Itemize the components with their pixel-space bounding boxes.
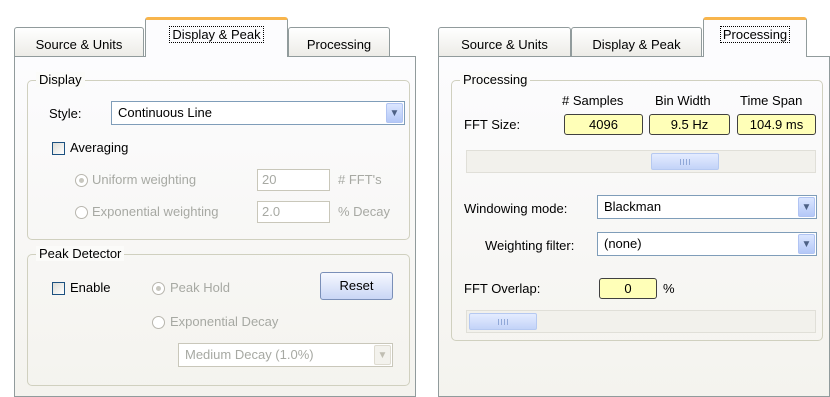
tab-label: Display & Peak [169,26,264,43]
tab-panel: Display Style: Continuous Line ▼ Averagi… [14,56,416,397]
tab-label: Processing [719,26,791,43]
uniform-weighting-radio[interactable] [75,174,88,187]
style-label: Style: [49,106,82,121]
fft-size-slider-thumb[interactable] [651,153,719,170]
enable-checkbox[interactable] [52,282,65,295]
grip-icon [680,159,692,165]
exponential-decay-radio[interactable] [152,316,165,329]
weighting-filter-select[interactable]: (none) ▼ [597,232,817,256]
display-group: Display Style: Continuous Line ▼ Averagi… [27,72,410,240]
exponential-weighting-label: Exponential weighting [92,204,219,219]
windowing-mode-value: Blackman [604,199,662,214]
exponential-decay-input[interactable]: 2.0 [257,201,330,223]
chevron-down-icon[interactable]: ▼ [386,103,403,123]
fft-overlap-slider[interactable] [466,310,816,333]
reset-button-label: Reset [339,278,374,293]
tab-label: Source & Units [35,37,123,52]
style-select[interactable]: Continuous Line ▼ [111,101,405,125]
averaging-label: Averaging [70,140,129,155]
bin-width-column-label: Bin Width [655,93,711,108]
samples-value: 4096 [564,114,643,135]
tab-source-units[interactable]: Source & Units [438,27,571,57]
processing-group: Processing # Samples Bin Width Time Span… [451,72,823,341]
overlap-unit-label: % [663,281,675,296]
enable-label: Enable [70,280,111,295]
fft-size-slider[interactable] [466,150,816,173]
samples-value-text: 4096 [589,117,618,132]
decay-unit-label: % Decay [338,204,391,219]
style-select-value: Continuous Line [118,105,212,120]
left-settings-pane: Source & Units Display & Peak Processing… [0,0,416,397]
tab-display-peak[interactable]: Display & Peak [571,27,702,57]
weighting-filter-value: (none) [604,236,642,251]
tab-processing[interactable]: Processing [703,17,807,57]
fft-overlap-value: 0 [624,281,632,296]
peak-detector-legend: Peak Detector [36,246,125,261]
bin-width-value-text: 9.5 Hz [670,117,709,132]
tab-label: Processing [306,37,372,52]
windowing-mode-label: Windowing mode: [464,201,568,216]
windowing-mode-select[interactable]: Blackman ▼ [597,195,817,219]
uniform-fft-count-input[interactable]: 20 [257,169,330,191]
tab-panel: Processing # Samples Bin Width Time Span… [438,56,830,397]
chevron-down-icon[interactable]: ▼ [374,345,391,365]
processing-legend: Processing [460,72,531,87]
exponential-decay-label: Exponential Decay [170,314,279,329]
exponential-weighting-radio[interactable] [75,206,88,219]
samples-column-label: # Samples [562,93,624,108]
decay-rate-value: Medium Decay (1.0%) [185,347,314,362]
time-span-value: 104.9 ms [737,114,816,135]
fft-overlap-slider-thumb[interactable] [469,313,537,330]
peak-hold-label: Peak Hold [170,280,230,295]
fft-overlap-input[interactable]: 0 [599,278,657,299]
reset-button[interactable]: Reset [320,272,393,300]
fft-size-label: FFT Size: [464,117,521,132]
tab-display-peak[interactable]: Display & Peak [145,17,288,57]
display-legend: Display [36,72,85,87]
tab-processing[interactable]: Processing [288,27,390,57]
time-span-value-text: 104.9 ms [749,117,804,132]
exponential-decay-value: 2.0 [262,204,281,219]
time-span-column-label: Time Span [740,93,803,108]
peak-detector-group: Peak Detector Enable Peak Hold Reset Exp… [27,246,410,386]
grip-icon [498,319,510,325]
decay-rate-select[interactable]: Medium Decay (1.0%) ▼ [178,343,393,367]
tab-label: Display & Peak [592,37,681,52]
bin-width-value: 9.5 Hz [649,114,730,135]
uniform-fft-count-value: 20 [262,172,277,187]
fft-overlap-label: FFT Overlap: [464,281,541,296]
tab-source-units[interactable]: Source & Units [14,27,144,57]
averaging-checkbox[interactable] [52,142,65,155]
tab-label: Source & Units [461,37,548,52]
peak-hold-radio[interactable] [152,282,165,295]
right-settings-pane: Source & Units Display & Peak Processing… [433,0,830,397]
weighting-filter-label: Weighting filter: [485,238,575,253]
uniform-weighting-label: Uniform weighting [92,172,197,187]
chevron-down-icon[interactable]: ▼ [798,234,815,254]
uniform-unit-label: # FFT's [338,172,382,187]
chevron-down-icon[interactable]: ▼ [798,197,815,217]
